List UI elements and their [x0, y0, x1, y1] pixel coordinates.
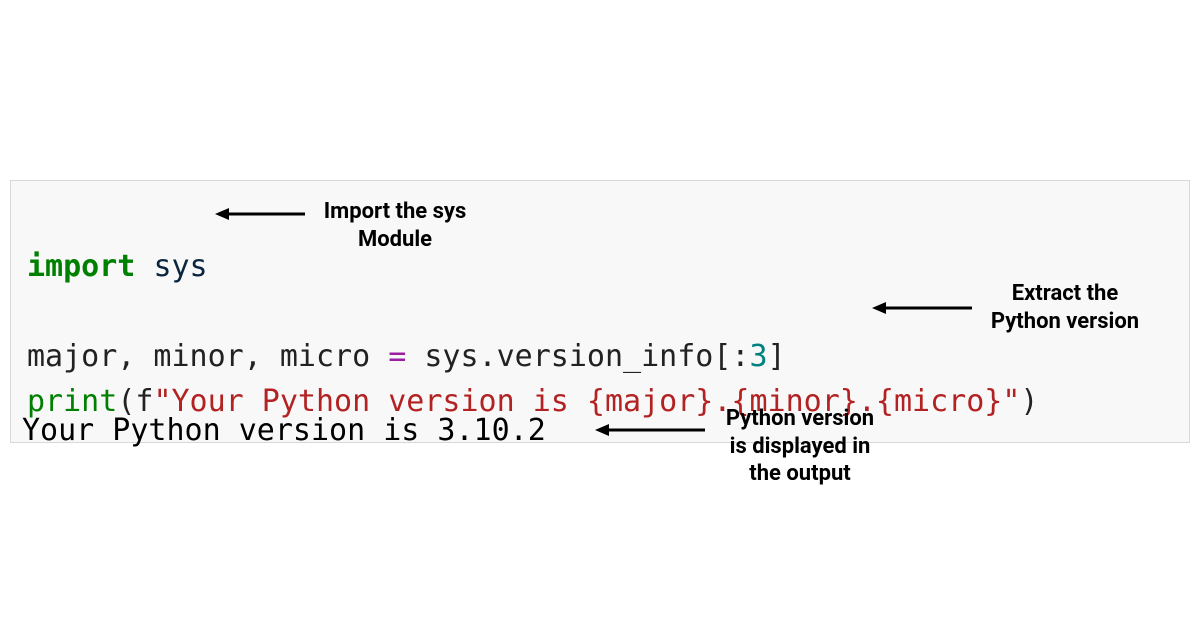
output-line: Your Python version is 3.10.2	[22, 413, 546, 448]
rhs-post: ]	[768, 339, 786, 374]
annotation-line: is displayed in	[710, 433, 890, 461]
annotation-line: Python version	[975, 308, 1155, 336]
keyword-import: import	[27, 249, 135, 284]
paren-close: )	[1020, 384, 1038, 419]
arrow-to-import	[215, 206, 305, 222]
rhs-pre: sys.version_info[:	[424, 339, 749, 374]
rhs-num: 3	[749, 339, 767, 374]
annotation-line: Import the sys	[310, 198, 480, 226]
op-equals: =	[388, 339, 406, 374]
arrow-to-output	[595, 422, 705, 438]
annotation-output-displayed: Python version is displayed in the outpu…	[710, 405, 890, 488]
code-line-1: import sys	[27, 249, 208, 284]
annotation-line: Extract the	[975, 280, 1155, 308]
annotation-line: Python version	[710, 405, 890, 433]
annotation-extract-version: Extract the Python version	[975, 280, 1155, 335]
arrow-to-extract	[872, 300, 972, 316]
annotation-line: the output	[710, 460, 890, 488]
code-line-3: major, minor, micro = sys.version_info[:…	[27, 339, 786, 374]
annotation-import-sys: Import the sys Module	[310, 198, 480, 253]
annotation-line: Module	[310, 226, 480, 254]
module-sys: sys	[153, 249, 207, 284]
lhs-vars: major, minor, micro	[27, 339, 370, 374]
